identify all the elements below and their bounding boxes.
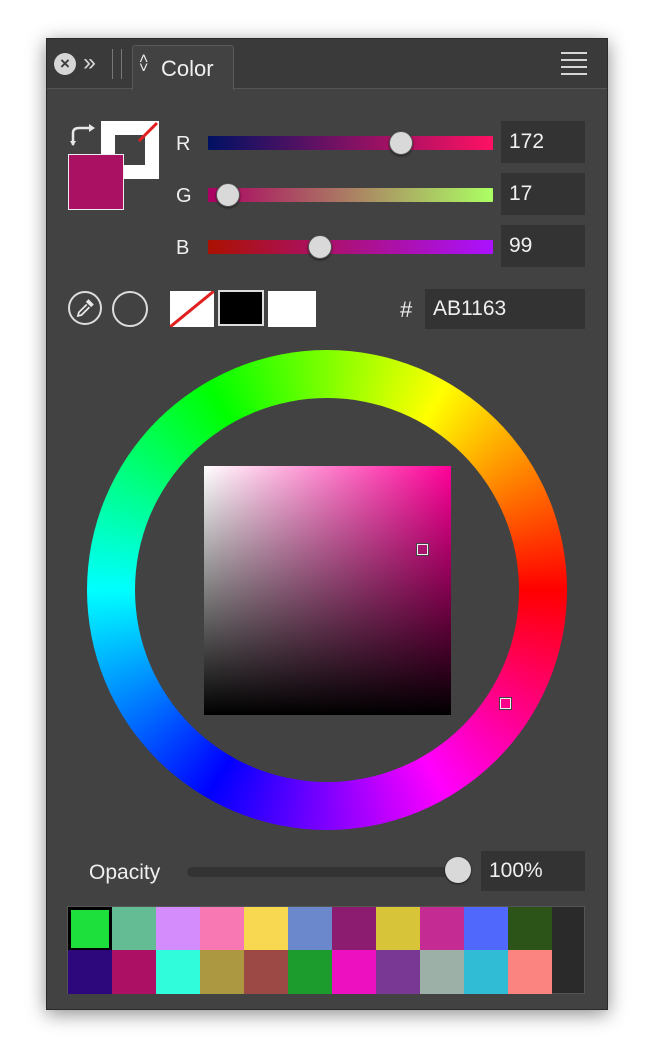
panel-titlebar: × ›› ˄ ˅ Color <box>47 39 607 90</box>
palette-swatch[interactable] <box>332 950 376 994</box>
color-panel: × ›› ˄ ˅ Color R 172 G 17 B 99 # AB1163 … <box>46 38 608 1010</box>
palette-swatch[interactable] <box>464 907 508 951</box>
palette-swatch[interactable] <box>376 907 420 951</box>
palette-swatch[interactable] <box>68 907 112 951</box>
swatch-white[interactable] <box>268 291 316 327</box>
slider-b-track[interactable] <box>208 240 493 254</box>
no-stroke-slash-icon <box>137 121 159 143</box>
slider-b-knob[interactable] <box>307 235 332 259</box>
palette-swatch[interactable] <box>244 950 288 994</box>
slider-r-knob[interactable] <box>389 131 414 155</box>
slider-g-knob[interactable] <box>216 183 241 207</box>
value-r-field[interactable]: 172 <box>501 121 585 163</box>
opacity-label: Opacity <box>89 861 161 884</box>
saturation-value-square[interactable] <box>204 466 451 715</box>
tab-label: Color <box>161 56 214 81</box>
palette-swatch[interactable] <box>508 907 552 951</box>
opacity-field[interactable]: 100% <box>481 851 585 891</box>
slider-g-track[interactable] <box>208 188 493 202</box>
palette-swatch[interactable] <box>288 907 332 951</box>
palette-swatch[interactable] <box>112 907 156 951</box>
opacity-slider-track[interactable] <box>187 867 461 877</box>
opacity-slider-knob[interactable] <box>445 857 471 883</box>
palette-swatch[interactable] <box>156 907 200 951</box>
palette-swatch[interactable] <box>376 950 420 994</box>
palette-swatch[interactable] <box>420 950 464 994</box>
palette-swatch[interactable] <box>288 950 332 994</box>
eyedropper-icon[interactable] <box>68 291 102 325</box>
palette-swatch[interactable] <box>112 950 156 994</box>
hex-input[interactable]: AB1163 <box>425 289 585 329</box>
value-g-field[interactable]: 17 <box>501 173 585 215</box>
palette-swatch[interactable] <box>508 950 552 994</box>
swatch-none[interactable] <box>170 291 214 327</box>
palette-swatch[interactable] <box>464 950 508 994</box>
swatch-palette <box>67 906 585 994</box>
close-icon[interactable]: × <box>54 53 76 75</box>
palette-swatch[interactable] <box>200 907 244 951</box>
swatch-black[interactable] <box>218 290 264 326</box>
hex-symbol: # <box>400 297 413 322</box>
sv-marker[interactable] <box>416 543 429 556</box>
panel-grip[interactable] <box>112 49 122 79</box>
channel-label-g: G <box>176 185 192 207</box>
value-b-field[interactable]: 99 <box>501 225 585 267</box>
circle-icon[interactable] <box>112 291 148 327</box>
channel-label-r: R <box>176 133 191 155</box>
palette-swatch[interactable] <box>420 907 464 951</box>
palette-swatch[interactable] <box>200 950 244 994</box>
tab-color[interactable]: ˄ ˅ Color <box>132 45 234 90</box>
palette-swatch[interactable] <box>156 950 200 994</box>
hue-marker[interactable] <box>499 697 512 710</box>
fill-color-swatch[interactable] <box>68 154 124 210</box>
swap-arrow-icon[interactable] <box>69 123 99 147</box>
palette-swatch[interactable] <box>332 907 376 951</box>
double-chevron-right-icon[interactable]: ›› <box>83 49 96 77</box>
palette-swatch[interactable] <box>244 907 288 951</box>
channel-label-b: B <box>176 237 190 259</box>
updown-chevron-icon: ˄ ˅ <box>139 51 149 77</box>
hamburger-menu-icon[interactable] <box>561 52 587 76</box>
slider-r-track[interactable] <box>208 136 493 150</box>
palette-swatch[interactable] <box>68 950 112 994</box>
